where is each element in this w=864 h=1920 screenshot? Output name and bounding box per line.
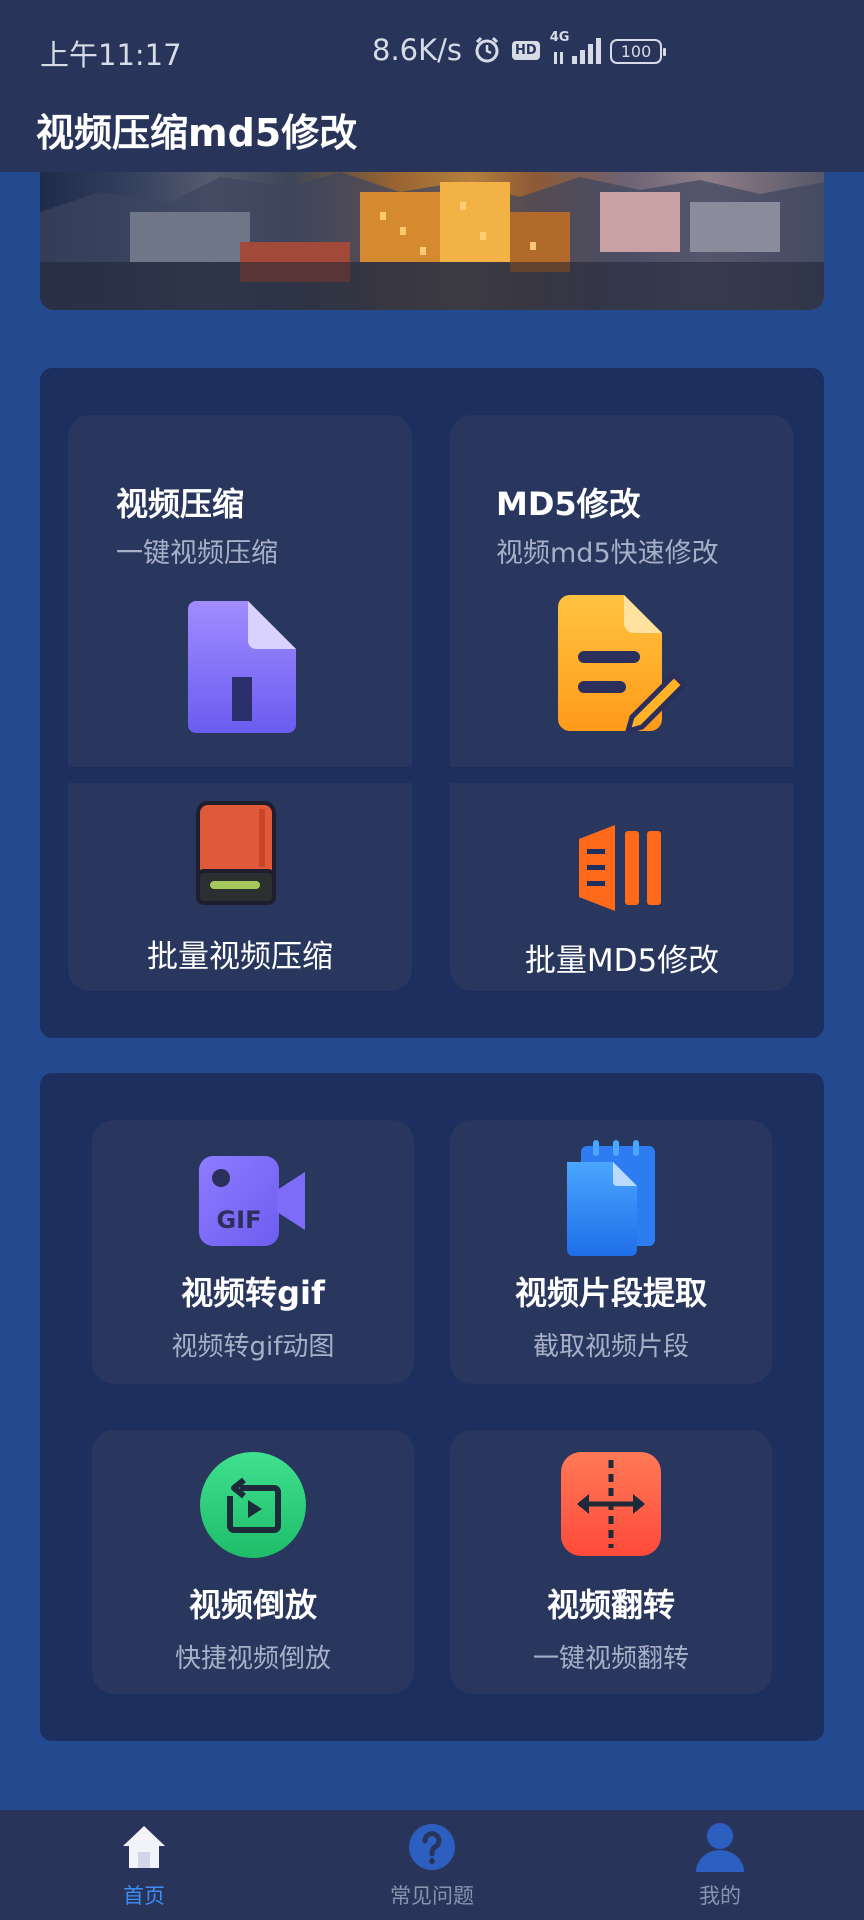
document-edit-icon [558, 595, 688, 735]
reverse-play-icon [200, 1452, 306, 1558]
status-time: 上午11:17 [40, 38, 182, 72]
flip-title: 视频翻转 [546, 1586, 675, 1624]
md5-subtitle: 视频md5快速修改 [496, 538, 719, 569]
compress-subtitle: 一键视频压缩 [116, 538, 278, 569]
clip-subtitle: 截取视频片段 [532, 1332, 689, 1362]
batch-compress-label: 批量视频压缩 [147, 939, 333, 975]
batch-compress-card[interactable]: 批量视频压缩 [68, 783, 412, 991]
gif-icon-text: GIF [216, 1206, 261, 1234]
user-icon [696, 1823, 744, 1872]
flip-icon [561, 1452, 661, 1556]
gif-title: 视频转gif [181, 1274, 325, 1312]
clip-title: 视频片段提取 [514, 1274, 707, 1312]
gif-card[interactable]: GIF 视频转gif 视频转gif动图 [92, 1120, 414, 1384]
batch-md5-label: 批量MD5修改 [524, 943, 720, 979]
tools-panel-secondary: GIF 视频转gif 视频转gif动图 视频片段提取 截取视频片段 视频倒放 快… [40, 1073, 824, 1741]
reverse-subtitle: 快捷视频倒放 [174, 1644, 331, 1674]
page-title: 视频压缩md5修改 [36, 111, 358, 155]
gif-subtitle: 视频转gif动图 [171, 1332, 335, 1362]
md5-title: MD5修改 [496, 485, 641, 523]
reverse-card[interactable]: 视频倒放 快捷视频倒放 [92, 1430, 414, 1694]
signal-bars-icon [579, 825, 661, 911]
flip-card[interactable]: 视频翻转 一键视频翻转 [450, 1430, 772, 1694]
tab-faq[interactable]: 常见问题 [332, 1810, 532, 1920]
clip-card[interactable]: 视频片段提取 截取视频片段 [450, 1120, 772, 1384]
status-icons: 8.6K/s HD 4G [372, 30, 606, 70]
reverse-title: 视频倒放 [188, 1586, 317, 1624]
bottom-tab-bar: 首页 常见问题 我的 [0, 1810, 864, 1920]
tab-home[interactable]: 首页 [44, 1810, 244, 1920]
flip-subtitle: 一键视频翻转 [532, 1644, 689, 1674]
question-icon [409, 1824, 455, 1870]
compress-card[interactable]: 视频压缩 一键视频压缩 [68, 415, 412, 767]
md5-card[interactable]: MD5修改 视频md5快速修改 [450, 415, 794, 767]
tab-home-label: 首页 [123, 1884, 165, 1908]
home-icon [123, 1826, 165, 1868]
video-gif-icon: GIF [199, 1156, 305, 1246]
tools-panel-primary: 视频压缩 一键视频压缩 MD5修改 视频md5快速修改 批量视频压缩 批量MD5… [40, 368, 824, 1038]
banner-image[interactable] [40, 172, 824, 310]
battery-icon: 100 [610, 39, 666, 64]
book-icon [196, 801, 276, 905]
app-header: 上午11:17 8.6K/s HD 4G 100 视频压缩md5修改 [0, 0, 864, 172]
tab-mine-label: 我的 [699, 1884, 741, 1908]
alarm-icon [475, 36, 499, 63]
batch-md5-card[interactable]: 批量MD5修改 [450, 783, 794, 991]
compress-title: 视频压缩 [116, 485, 245, 523]
signal-icon: 4G [550, 30, 606, 66]
file-icon [188, 601, 296, 733]
hd-icon: HD [512, 40, 540, 60]
tab-mine[interactable]: 我的 [620, 1810, 820, 1920]
clipboard-icon [567, 1140, 655, 1256]
network-speed: 8.6K/s [372, 33, 463, 67]
tab-faq-label: 常见问题 [390, 1884, 474, 1908]
